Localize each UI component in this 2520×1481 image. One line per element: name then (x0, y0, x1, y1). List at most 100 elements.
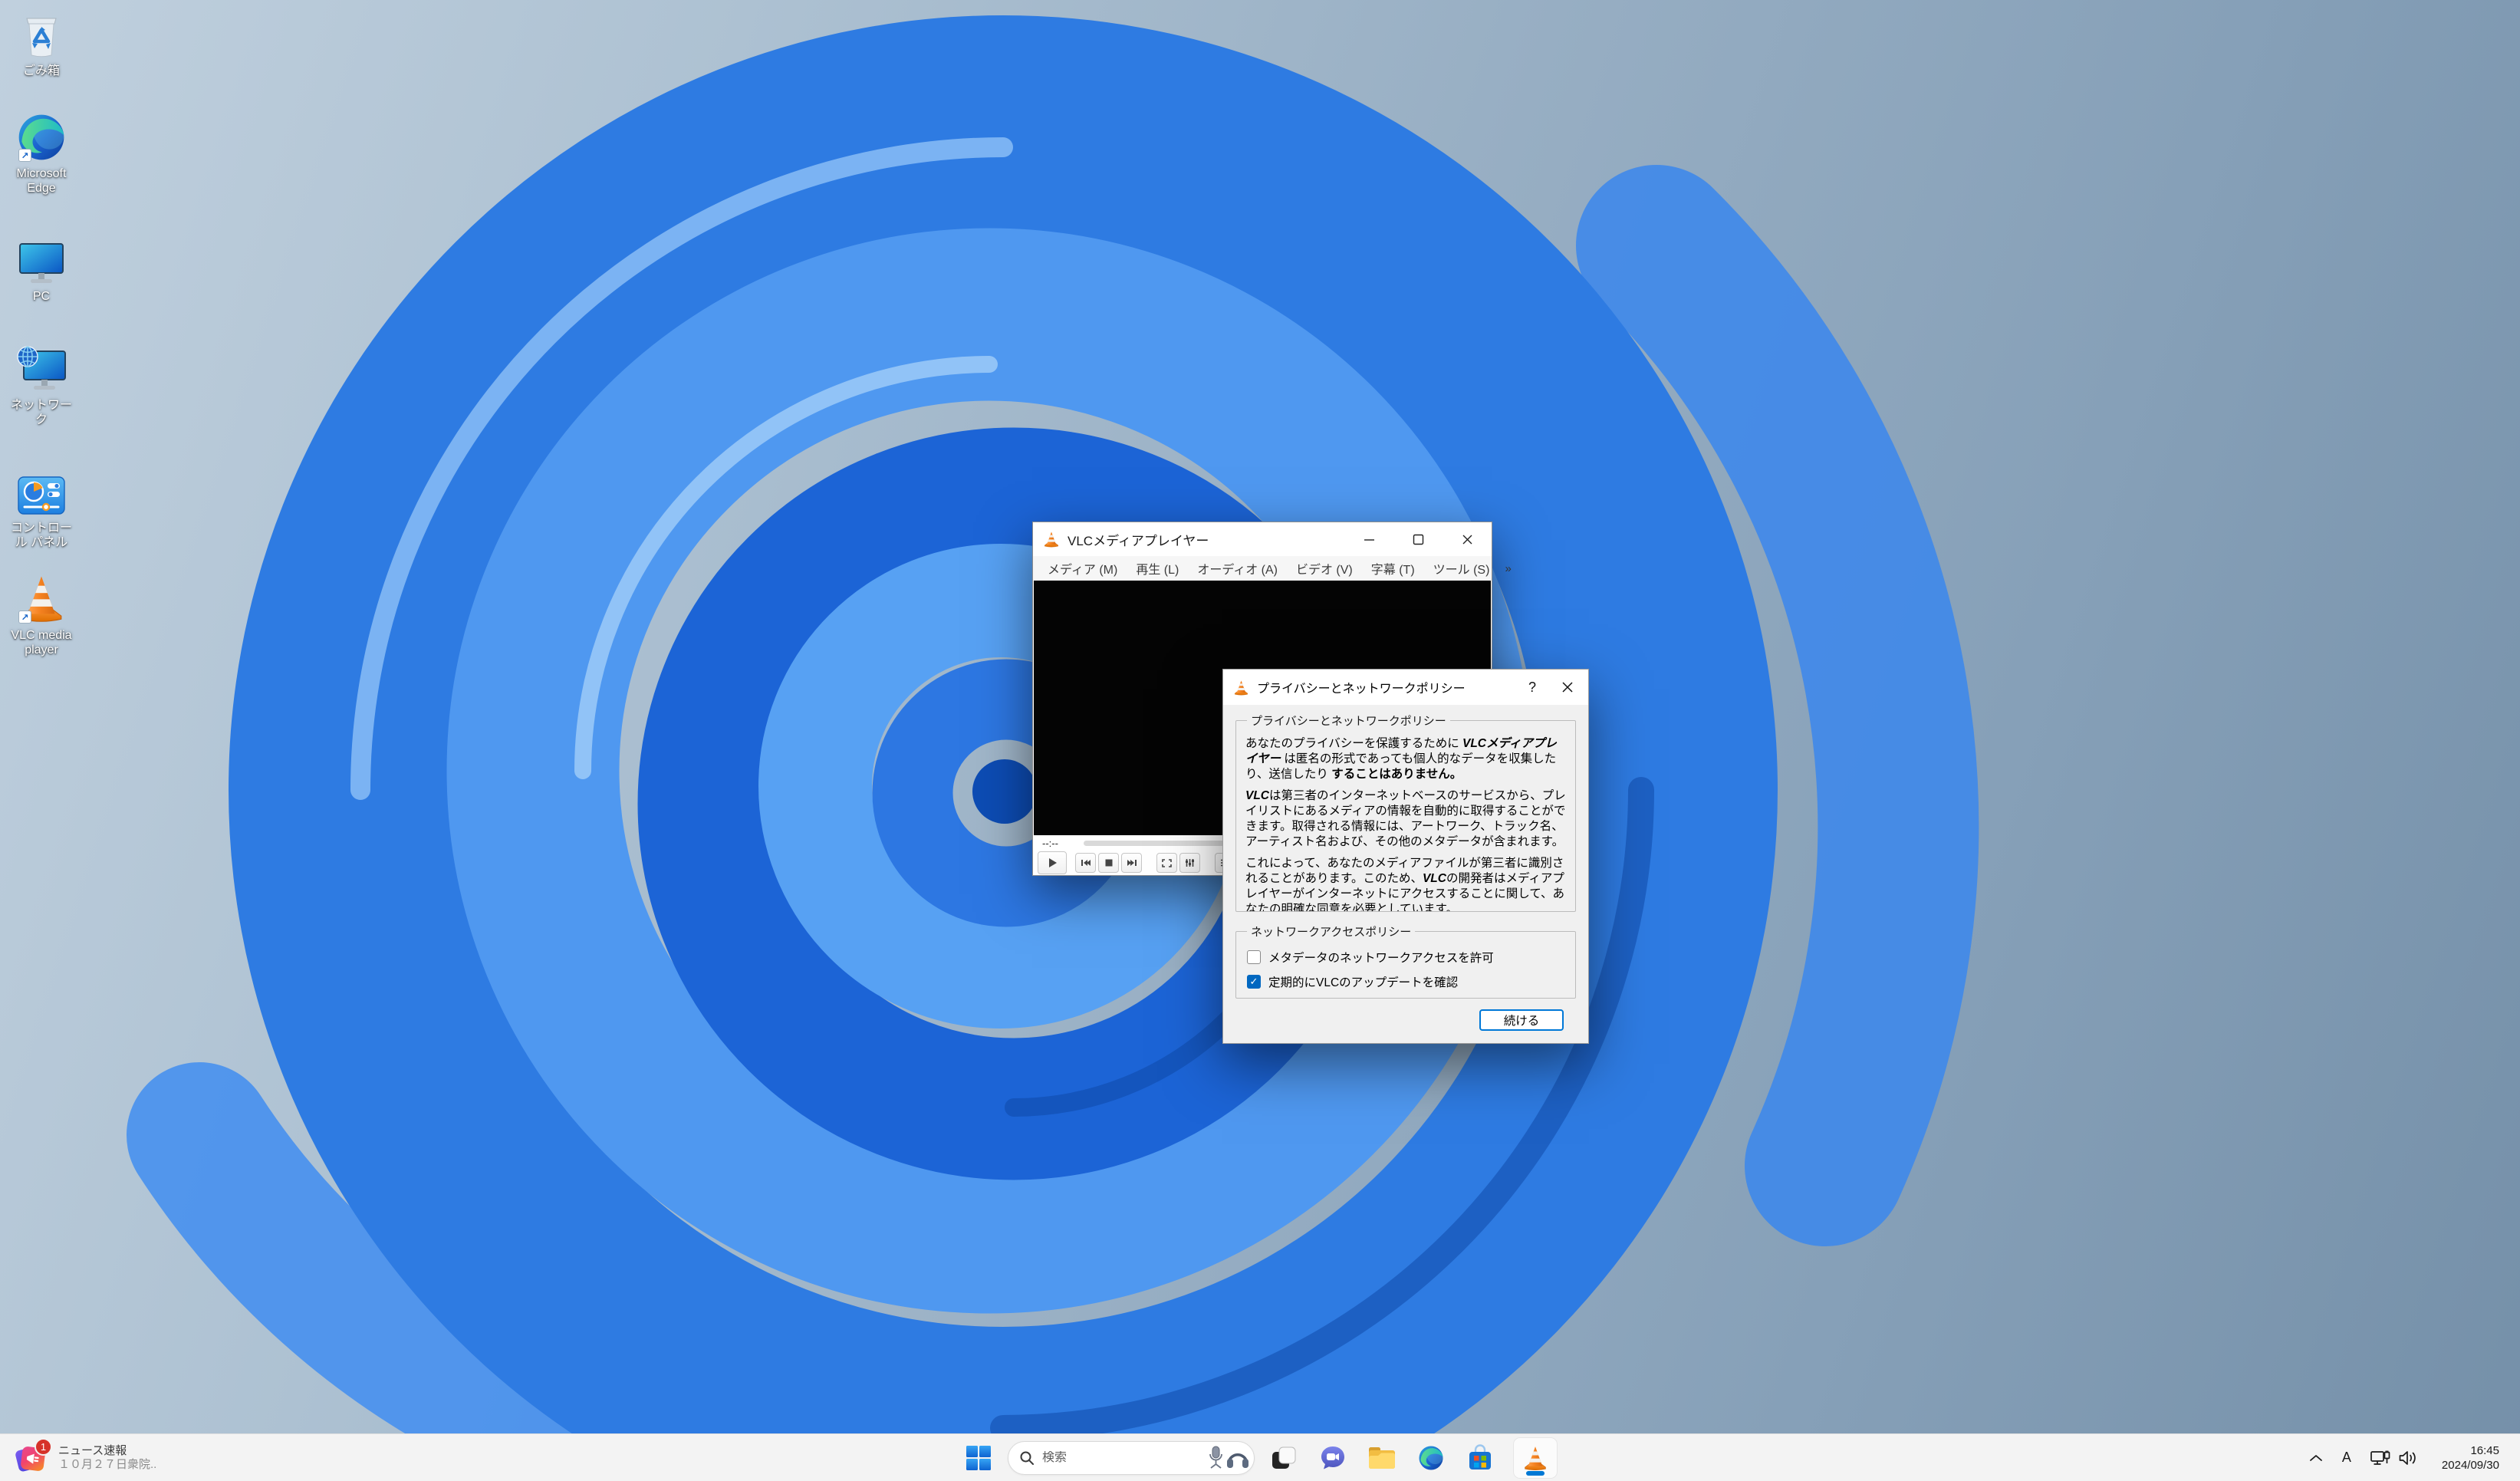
taskbar: 1 ニュース速報 １０月２７日衆院.. (0, 1433, 2520, 1481)
desktop-icon-label: Microsoft Edge (5, 166, 77, 196)
vlc-cone-icon (1043, 530, 1060, 548)
chevron-up-icon (2308, 1453, 2324, 1463)
stop-button[interactable] (1098, 853, 1119, 873)
search-highlight-image[interactable] (1202, 1443, 1249, 1473)
start-button[interactable] (963, 1440, 994, 1476)
search-box[interactable] (1008, 1441, 1255, 1475)
play-button[interactable] (1038, 851, 1067, 874)
menu-playback[interactable]: 再生 (L) (1127, 557, 1187, 580)
control-panel-icon (17, 466, 66, 517)
menu-overflow-chevron[interactable]: » (1499, 562, 1516, 575)
widget-headline: ニュース速報 (58, 1444, 156, 1458)
network-access-group: ネットワークアクセスポリシー メタデータのネットワークアクセスを許可 定期的にV… (1235, 923, 1576, 999)
desktop: ごみ箱 Microsoft Edge PC (0, 0, 2520, 1481)
clock-button[interactable]: 16:45 2024/09/30 (2429, 1441, 2512, 1475)
store-icon (1466, 1444, 1494, 1472)
previous-button[interactable] (1075, 853, 1096, 873)
dialog-footer: 続ける (1235, 999, 1576, 1043)
chat-button[interactable] (1318, 1440, 1348, 1476)
privacy-policy-group-title: プライバシーとネットワークポリシー (1247, 713, 1450, 729)
widget-subline: １０月２７日衆院.. (58, 1458, 156, 1472)
privacy-paragraph-1: あなたのプライバシーを保護するために VLCメディアプレイヤー は匿名の形式であ… (1245, 736, 1566, 782)
file-explorer-icon (1367, 1445, 1397, 1471)
metadata-access-row: メタデータのネットワークアクセスを許可 (1247, 949, 1566, 966)
vlc-titlebar[interactable]: VLCメディアプレイヤー (1033, 522, 1492, 556)
tray-date: 2024/09/30 (2442, 1458, 2499, 1473)
close-icon[interactable] (1443, 522, 1492, 556)
update-check-row: 定期的にVLCのアップデートを確認 (1247, 973, 1566, 990)
chat-icon (1319, 1444, 1347, 1472)
windows-logo-icon (966, 1445, 992, 1471)
close-icon[interactable] (1550, 670, 1585, 705)
vlc-taskbar-button[interactable] (1514, 1438, 1557, 1478)
vlc-icon (16, 574, 67, 624)
menu-media[interactable]: メディア (M) (1039, 557, 1126, 580)
speaker-icon (2398, 1450, 2417, 1466)
desktop-icon-vlc[interactable]: VLC media player (5, 574, 78, 657)
pc-icon (17, 235, 66, 285)
update-check-checkbox[interactable] (1247, 975, 1261, 989)
vlc-menubar: メディア (M) 再生 (L) オーディオ (A) ビデオ (V) 字幕 (T)… (1033, 556, 1492, 581)
recycle-bin-icon (21, 9, 62, 60)
menu-video[interactable]: ビデオ (V) (1288, 557, 1361, 580)
desktop-icon-label: ネットワーク (5, 398, 77, 427)
dialog-body: プライバシーとネットワークポリシー あなたのプライバシーを保護するために VLC… (1223, 705, 1588, 1043)
continue-button[interactable]: 続ける (1479, 1009, 1564, 1031)
desktop-icon-edge[interactable]: Microsoft Edge (5, 112, 78, 196)
dialog-title: プライバシーとネットワークポリシー (1257, 678, 1466, 696)
metadata-access-checkbox[interactable] (1247, 950, 1261, 964)
widgets-button[interactable]: 1 ニュース速報 １０月２７日衆院.. (8, 1434, 164, 1481)
dialog-titlebar[interactable]: プライバシーとネットワークポリシー ? (1223, 670, 1588, 705)
edge-icon (1417, 1444, 1445, 1472)
help-button[interactable]: ? (1515, 670, 1550, 705)
taskbar-center (963, 1434, 1557, 1481)
vlc-cone-icon (1522, 1444, 1548, 1472)
notification-badge: 1 (35, 1438, 52, 1456)
desktop-icon-recycle-bin[interactable]: ごみ箱 (5, 9, 78, 78)
metadata-access-label: メタデータのネットワークアクセスを許可 (1268, 949, 1494, 966)
desktop-icon-label: PC (5, 289, 77, 304)
elapsed-time: --:-- (1042, 838, 1074, 849)
ime-mode-label: A (2342, 1450, 2351, 1466)
store-button[interactable] (1465, 1440, 1495, 1476)
edge-button[interactable] (1416, 1440, 1446, 1476)
file-explorer-button[interactable] (1367, 1440, 1397, 1476)
tray-time: 16:45 (2442, 1443, 2499, 1458)
desktop-icon-control-panel[interactable]: コントロール パネル (5, 466, 78, 550)
task-view-icon (1271, 1445, 1297, 1471)
task-view-button[interactable] (1268, 1440, 1299, 1476)
fullscreen-button[interactable] (1156, 853, 1177, 873)
desktop-icon-network[interactable]: ネットワーク (5, 344, 78, 427)
system-tray: A 16:45 2024/09/30 (2301, 1434, 2512, 1481)
ime-mode-button[interactable]: A (2335, 1441, 2358, 1475)
privacy-dialog: プライバシーとネットワークポリシー ? プライバシーとネットワークポリシー あな… (1222, 669, 1589, 1044)
shortcut-arrow-icon (18, 611, 31, 624)
network-icon (15, 344, 68, 394)
privacy-paragraph-3: これによって、あなたのメディアファイルが第三者に識別されることがあります。このた… (1245, 856, 1566, 912)
privacy-paragraph-2: VLCは第三者のインターネットベースのサービスから、プレイリストにあるメディアの… (1245, 788, 1566, 850)
vlc-window-title: VLCメディアプレイヤー (1068, 530, 1209, 549)
vlc-cone-icon (1233, 679, 1249, 696)
update-check-label: 定期的にVLCのアップデートを確認 (1268, 973, 1458, 990)
edge-icon (16, 112, 67, 163)
network-access-group-title: ネットワークアクセスポリシー (1247, 923, 1415, 940)
desktop-icon-label: ごみ箱 (5, 64, 77, 78)
desktop-icon-label: VLC media player (5, 628, 77, 657)
next-button[interactable] (1121, 853, 1142, 873)
widgets-news-icon: 1 (15, 1441, 51, 1475)
equalizer-button[interactable] (1179, 853, 1200, 873)
minimize-icon[interactable] (1344, 522, 1393, 556)
search-icon (1019, 1450, 1035, 1466)
desktop-icon-pc[interactable]: PC (5, 235, 78, 304)
desktop-icon-label: コントロール パネル (5, 521, 77, 550)
menu-subtitle[interactable]: 字幕 (T) (1363, 557, 1423, 580)
search-input[interactable] (1042, 1451, 1202, 1465)
maximize-icon[interactable] (1393, 522, 1443, 556)
menu-audio[interactable]: オーディオ (A) (1189, 557, 1286, 580)
network-icon (2370, 1449, 2390, 1467)
network-volume-button[interactable] (2363, 1441, 2424, 1475)
menu-tools[interactable]: ツール (S) (1425, 557, 1499, 580)
tray-overflow-button[interactable] (2301, 1441, 2331, 1475)
shortcut-arrow-icon (18, 149, 31, 162)
active-app-indicator (1526, 1471, 1545, 1476)
